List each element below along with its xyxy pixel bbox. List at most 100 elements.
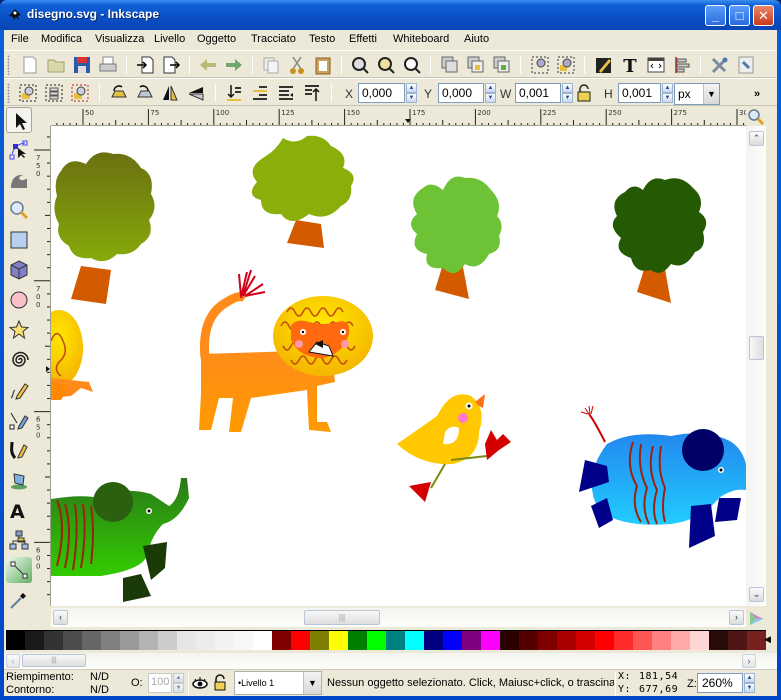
import-icon[interactable] <box>135 55 155 75</box>
text-font-icon[interactable]: T <box>620 55 640 75</box>
color-swatch[interactable] <box>234 631 253 650</box>
undo-icon[interactable] <box>198 55 218 75</box>
x-spinner[interactable]: ▲ ▼ <box>406 83 417 103</box>
pen-tool[interactable] <box>6 407 32 433</box>
menu-modifica[interactable]: Modifica <box>41 33 82 45</box>
rotate-cw-icon[interactable] <box>134 83 154 103</box>
color-swatch[interactable] <box>329 631 348 650</box>
title-bar[interactable]: disegno.svg - Inkscape _ □ ✕ <box>0 0 781 30</box>
color-swatch[interactable] <box>177 631 196 650</box>
menu-oggetto[interactable]: Oggetto <box>197 33 236 45</box>
zoom-corner-icon[interactable] <box>747 108 765 126</box>
zoom-page-icon[interactable] <box>402 55 422 75</box>
scroll-left-button[interactable]: ‹ <box>53 610 68 625</box>
lock-ratio-icon[interactable] <box>574 83 594 103</box>
color-swatch[interactable] <box>462 631 481 650</box>
print-icon[interactable] <box>98 55 118 75</box>
tweak-tool[interactable] <box>6 167 32 193</box>
drawing-canvas[interactable] <box>51 126 746 606</box>
color-swatch[interactable] <box>443 631 462 650</box>
color-swatch[interactable] <box>728 631 747 650</box>
palette-scroll-right-button[interactable]: › <box>742 654 756 668</box>
fill-stroke-icon[interactable] <box>594 55 614 75</box>
zoom-tool[interactable] <box>6 197 32 223</box>
elephant-blue[interactable] <box>579 405 746 548</box>
connector-tool[interactable] <box>6 527 32 553</box>
cut-icon[interactable] <box>287 55 307 75</box>
color-swatch[interactable] <box>25 631 44 650</box>
pencil-tool[interactable] <box>6 377 32 403</box>
tree-light-green[interactable] <box>411 176 502 300</box>
fill-value[interactable]: N/D <box>90 671 109 683</box>
text-tool[interactable]: A <box>6 497 32 523</box>
color-swatch[interactable] <box>519 631 538 650</box>
color-swatch[interactable] <box>101 631 120 650</box>
h-input[interactable]: 0,001 <box>618 83 661 103</box>
palette-menu-icon[interactable]: ◀ <box>764 634 771 645</box>
vertical-scrollbar[interactable]: ⌃ ⌄ <box>746 126 766 606</box>
tree-lime[interactable] <box>251 135 354 248</box>
align-distribute-icon[interactable] <box>672 55 692 75</box>
clone-icon[interactable] <box>440 55 460 75</box>
stroke-value[interactable]: N/D <box>90 684 109 696</box>
document-properties-icon[interactable] <box>736 55 756 75</box>
menu-whiteboard[interactable]: Whiteboard <box>393 33 449 45</box>
export-icon[interactable] <box>161 55 181 75</box>
flip-horizontal-icon[interactable] <box>160 83 180 103</box>
horizontal-ruler[interactable]: 50 75 100 125 150 175 200 225 250 275 300 <box>51 107 746 126</box>
color-swatch[interactable] <box>272 631 291 650</box>
color-swatch[interactable] <box>215 631 234 650</box>
save-icon[interactable] <box>72 55 92 75</box>
group-icon[interactable] <box>466 55 486 75</box>
menu-testo[interactable]: Testo <box>309 33 335 45</box>
w-input[interactable]: 0,001 <box>515 83 561 103</box>
scroll-up-button[interactable]: ⌃ <box>749 131 764 146</box>
color-swatch[interactable] <box>652 631 671 650</box>
color-swatch[interactable] <box>538 631 557 650</box>
zoom-selection-icon[interactable] <box>350 55 370 75</box>
flip-vertical-icon[interactable] <box>186 83 206 103</box>
h-spinner[interactable]: ▲ ▼ <box>662 83 673 103</box>
color-swatch[interactable] <box>253 631 272 650</box>
toolbar-grip[interactable] <box>7 83 10 103</box>
palette-scroll-thumb[interactable]: ||| <box>22 654 86 667</box>
ungroup-icon[interactable] <box>492 55 512 75</box>
color-swatch[interactable] <box>386 631 405 650</box>
color-swatch[interactable] <box>63 631 82 650</box>
align-icon[interactable] <box>530 55 550 75</box>
menu-effetti[interactable]: Effetti <box>349 33 377 45</box>
lion-partial-left[interactable] <box>51 310 93 400</box>
bird[interactable] <box>397 394 511 502</box>
lower-icon[interactable] <box>250 83 270 103</box>
color-swatch[interactable] <box>348 631 367 650</box>
color-swatch[interactable] <box>595 631 614 650</box>
palette-scrollbar[interactable]: ‹ ||| › <box>4 653 777 669</box>
distribute-icon[interactable] <box>556 55 576 75</box>
opacity-input[interactable]: 100 <box>148 673 172 693</box>
x-input[interactable]: 0,000 <box>358 83 405 103</box>
maximize-button[interactable]: □ <box>729 5 750 26</box>
new-document-icon[interactable] <box>20 55 40 75</box>
color-swatch[interactable] <box>139 631 158 650</box>
tree-olive[interactable] <box>54 152 155 304</box>
color-swatch[interactable] <box>82 631 101 650</box>
color-swatch[interactable] <box>405 631 424 650</box>
spiral-tool[interactable] <box>6 347 32 373</box>
open-folder-icon[interactable] <box>46 55 66 75</box>
node-tool[interactable] <box>6 137 32 163</box>
ellipse-tool[interactable] <box>6 287 32 313</box>
color-swatch[interactable] <box>44 631 63 650</box>
zoom-input[interactable]: 260% <box>697 673 743 693</box>
lion[interactable] <box>199 269 373 432</box>
xml-editor-icon[interactable] <box>646 55 666 75</box>
opacity-spinner[interactable]: ▲ ▼ <box>173 673 184 693</box>
redo-icon[interactable] <box>224 55 244 75</box>
color-swatch[interactable] <box>367 631 386 650</box>
preferences-icon[interactable] <box>710 55 730 75</box>
toolbar-grip[interactable] <box>7 55 10 75</box>
selector-tool[interactable] <box>6 107 32 133</box>
deselect-icon[interactable] <box>70 83 90 103</box>
color-manage-icon[interactable] <box>748 610 764 626</box>
color-swatch[interactable] <box>633 631 652 650</box>
color-swatch[interactable] <box>310 631 329 650</box>
